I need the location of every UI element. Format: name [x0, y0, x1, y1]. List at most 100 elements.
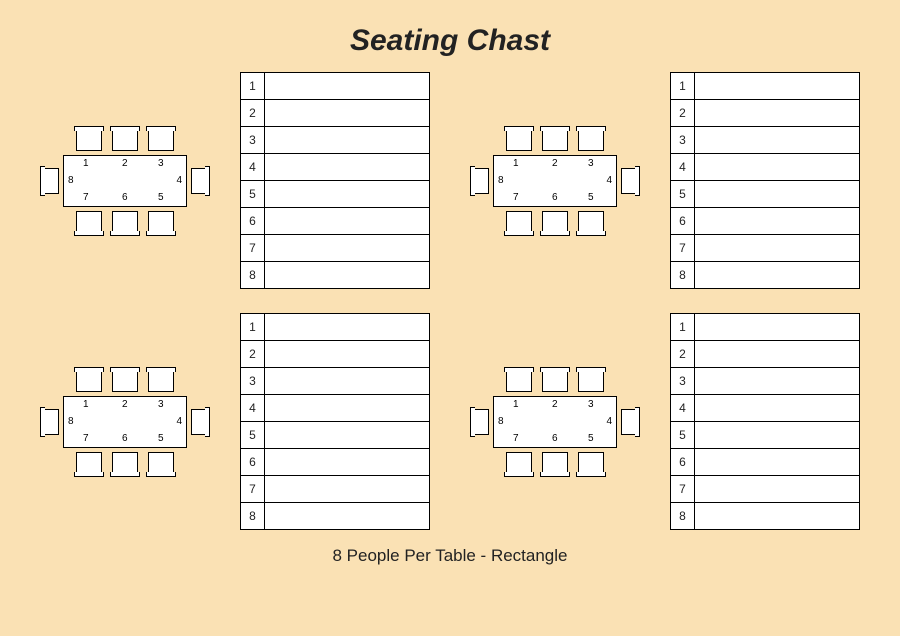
seat-label: 3 [588, 400, 594, 410]
seat-label: 6 [552, 193, 558, 203]
seat-name-cell [265, 449, 430, 476]
seat-label: 4 [606, 176, 612, 186]
seat-name-cell [695, 235, 860, 262]
seat-number-cell: 7 [671, 476, 695, 503]
seat-label: 3 [158, 400, 164, 410]
table-row: 4 [241, 395, 430, 422]
chair-icon [542, 129, 568, 151]
table-row: 2 [671, 341, 860, 368]
seat-number-cell: 6 [671, 208, 695, 235]
seat-name-cell [265, 422, 430, 449]
seat-label: 7 [83, 434, 89, 444]
seat-name-cell [265, 314, 430, 341]
seat-number-cell: 2 [671, 341, 695, 368]
seat-number-cell: 4 [241, 154, 265, 181]
seat-name-cell [265, 235, 430, 262]
table-unit-1: 1 2 3 4 5 6 7 8 1 2 3 4 5 6 7 8 [40, 72, 430, 289]
chair-icon [43, 409, 59, 435]
seat-number-cell: 1 [671, 314, 695, 341]
seat-number-cell: 1 [241, 314, 265, 341]
seat-label: 1 [83, 400, 89, 410]
seat-label: 3 [158, 159, 164, 169]
seat-name-cell [695, 262, 860, 289]
chair-icon [506, 370, 532, 392]
name-list-table: 1 2 3 4 5 6 7 8 [240, 313, 430, 530]
table-row: 8 [671, 262, 860, 289]
seat-name-cell [695, 154, 860, 181]
seat-label: 5 [158, 193, 164, 203]
seat-number-cell: 3 [671, 368, 695, 395]
seat-number-cell: 6 [241, 449, 265, 476]
table-row: 3 [671, 368, 860, 395]
name-list-table: 1 2 3 4 5 6 7 8 [240, 72, 430, 289]
seat-number-cell: 5 [241, 181, 265, 208]
chair-icon [148, 129, 174, 151]
seat-number-cell: 1 [241, 73, 265, 100]
table-row: 6 [671, 208, 860, 235]
table-row: 4 [671, 395, 860, 422]
chair-icon [191, 409, 207, 435]
seat-label: 5 [588, 434, 594, 444]
seat-name-cell [695, 100, 860, 127]
table-row: 2 [671, 100, 860, 127]
seat-label: 8 [498, 417, 504, 427]
seat-label: 8 [498, 176, 504, 186]
chair-icon [473, 168, 489, 194]
seat-number-cell: 2 [241, 341, 265, 368]
seat-name-cell [265, 181, 430, 208]
seat-label: 4 [606, 417, 612, 427]
seat-name-cell [265, 100, 430, 127]
seat-name-cell [265, 127, 430, 154]
chair-icon [191, 168, 207, 194]
table-row: 7 [241, 476, 430, 503]
seat-number-cell: 2 [671, 100, 695, 127]
table-row: 2 [241, 341, 430, 368]
name-list-table: 1 2 3 4 5 6 7 8 [670, 313, 860, 530]
chair-icon [542, 211, 568, 233]
seat-name-cell [695, 341, 860, 368]
seat-number-cell: 3 [241, 368, 265, 395]
chair-icon [506, 129, 532, 151]
seat-number-cell: 6 [671, 449, 695, 476]
seat-number-cell: 2 [241, 100, 265, 127]
seat-number-cell: 3 [671, 127, 695, 154]
seat-label: 8 [68, 417, 74, 427]
table-diagram: 1 2 3 4 5 6 7 8 [470, 362, 640, 482]
seat-number-cell: 7 [671, 235, 695, 262]
seat-number-cell: 5 [241, 422, 265, 449]
seat-name-cell [695, 208, 860, 235]
table-row: 6 [671, 449, 860, 476]
chair-icon [578, 129, 604, 151]
seat-name-cell [265, 503, 430, 530]
seat-label: 6 [552, 434, 558, 444]
chair-icon [506, 211, 532, 233]
seat-name-cell [695, 503, 860, 530]
chair-icon [76, 370, 102, 392]
chair-icon [542, 370, 568, 392]
footer-caption: 8 People Per Table - Rectangle [0, 530, 900, 566]
seat-label: 2 [552, 159, 558, 169]
seat-number-cell: 4 [241, 395, 265, 422]
seat-label: 4 [176, 417, 182, 427]
table-row: 6 [241, 449, 430, 476]
chair-icon [112, 211, 138, 233]
seat-name-cell [695, 181, 860, 208]
chair-icon [148, 211, 174, 233]
seat-name-cell [265, 73, 430, 100]
seat-number-cell: 6 [241, 208, 265, 235]
seat-label: 7 [513, 434, 519, 444]
table-unit-2: 1 2 3 4 5 6 7 8 1 2 3 4 5 6 7 8 [470, 72, 860, 289]
table-row: 4 [241, 154, 430, 181]
seat-number-cell: 8 [241, 262, 265, 289]
chair-icon [112, 129, 138, 151]
table-row: 7 [671, 476, 860, 503]
table-unit-4: 1 2 3 4 5 6 7 8 1 2 3 4 5 6 7 8 [470, 313, 860, 530]
name-list-table: 1 2 3 4 5 6 7 8 [670, 72, 860, 289]
chair-icon [112, 452, 138, 474]
seat-label: 3 [588, 159, 594, 169]
chair-icon [506, 452, 532, 474]
chair-icon [578, 452, 604, 474]
table-row: 1 [671, 73, 860, 100]
seat-name-cell [695, 314, 860, 341]
table-row: 6 [241, 208, 430, 235]
